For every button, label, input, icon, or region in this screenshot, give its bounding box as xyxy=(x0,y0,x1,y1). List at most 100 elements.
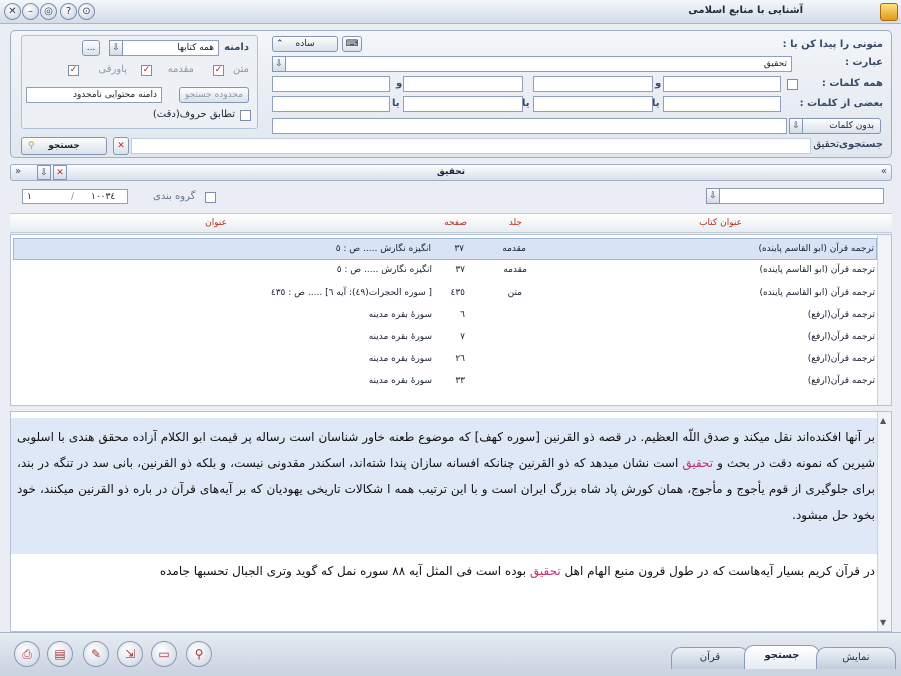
or-label: یا xyxy=(392,98,400,109)
dropdown-arrow-icon[interactable]: ⇩ xyxy=(789,118,803,134)
search-magnifier-icon: ⚲ xyxy=(28,141,35,151)
search-button[interactable]: ⚲ جستجو xyxy=(21,137,107,155)
search-highlight: تحقیق xyxy=(529,564,561,578)
and-label: و xyxy=(396,78,403,89)
scroll-down-icon[interactable]: ▼ xyxy=(880,618,886,627)
table-row[interactable]: ترجمه قرآن(ارفع) ٧ سورهٔ بقره مدینه xyxy=(13,327,877,349)
filter-text-checkbox[interactable]: ✓ xyxy=(213,65,224,76)
cell-title: سورهٔ بقره مدینه xyxy=(368,354,432,364)
all-words-checkbox[interactable] xyxy=(787,79,798,90)
bottom-toolbar: ⎙ ▤ ✎ ⇲ ▭ ⚲ قرآن جستجو نمایش xyxy=(0,632,901,676)
results-title: تحقیق xyxy=(436,167,466,177)
export-icon[interactable]: ⇲ xyxy=(117,641,143,667)
cell-page: ٤٣٥ xyxy=(450,288,465,298)
phrase-label: عبارت : xyxy=(845,57,883,68)
column-page[interactable]: صفحه xyxy=(444,218,467,228)
double-chevron-up-icon: ⌃ xyxy=(276,39,284,49)
all-words-label: همه کلمات : xyxy=(821,78,883,89)
table-row[interactable]: ترجمه قرآن (ابو القاسم پاینده) مقدمه ٣٧ … xyxy=(13,260,877,282)
preview-paragraph-2: در قرآن کریم بسیار آیه‌هاست که در طول قر… xyxy=(17,558,875,586)
dropdown-arrow-icon[interactable]: ⇩ xyxy=(706,188,720,204)
cell-title: سورهٔ بقره مدینه xyxy=(368,376,432,386)
dropdown-arrow-icon[interactable]: ⇩ xyxy=(272,56,286,72)
close-icon[interactable]: ✕ xyxy=(4,3,21,20)
filter-text-label: متن xyxy=(233,64,249,75)
collapse-right-icon[interactable]: « xyxy=(881,166,887,177)
exact-match-checkbox[interactable] xyxy=(240,110,251,121)
cell-title: انگیزه نگارش ..... ص : ٥ xyxy=(336,265,432,275)
some-words-field-1[interactable] xyxy=(663,96,781,112)
table-row[interactable]: ترجمه قرآن(ارفع) ٦ سورهٔ بقره مدینه xyxy=(13,305,877,327)
all-words-field-4[interactable] xyxy=(272,76,390,92)
cell-page: ٣٣ xyxy=(455,376,465,386)
cell-page: ٣٧ xyxy=(455,265,465,275)
cell-volume: متن xyxy=(507,288,522,298)
all-words-field-2[interactable] xyxy=(533,76,653,92)
and-label: و xyxy=(655,78,662,89)
tab-display[interactable]: نمایش xyxy=(816,647,896,669)
table-row[interactable]: ترجمه قرآن (ابو القاسم پاینده) مقدمه ٣٧ … xyxy=(13,238,877,260)
table-row[interactable]: ترجمه قرآن(ارفع) ٣٣ سورهٔ بقره مدینه xyxy=(13,371,877,393)
info-icon[interactable]: ⊙ xyxy=(78,3,95,20)
cell-book: ترجمه قرآن (ابو القاسم پاینده) xyxy=(758,244,874,254)
filter-intro-checkbox[interactable]: ✓ xyxy=(141,65,152,76)
cell-book: ترجمه قرآن(ارفع) xyxy=(807,376,875,386)
print-icon[interactable]: ⎙ xyxy=(14,641,40,667)
results-header: عنوان کتاب جلد صفحه عنوان xyxy=(10,213,892,233)
searched-label: جستجوی xyxy=(838,139,883,150)
page-number-input[interactable]: ١ xyxy=(27,190,32,203)
preview-text: بوده است فی المثل آیه ٨٨ سوره نمل که گوی… xyxy=(159,564,527,578)
cell-title: سورهٔ بقره مدینه xyxy=(368,332,432,342)
search-history xyxy=(131,138,811,154)
without-words-label: بدون کلمات xyxy=(829,121,874,131)
results-count: ١ / ١٠٠٣٤ xyxy=(22,189,128,204)
some-words-field-2[interactable] xyxy=(533,96,653,112)
settings-icon[interactable]: ◎ xyxy=(40,3,57,20)
column-book[interactable]: عنوان کتاب xyxy=(699,218,742,228)
title-bar: آشنایی با منابع اسلامی ✕ – ◎ ? ⊙ xyxy=(0,0,901,24)
search-range-button[interactable]: محدوده جستجو xyxy=(179,87,249,103)
preview-text: در قرآن کریم بسیار آیه‌هاست که در طول قر… xyxy=(564,564,875,578)
count-separator: / xyxy=(71,192,75,202)
results-scrollbar[interactable] xyxy=(877,235,891,405)
keyboard-button[interactable]: ⌨ xyxy=(342,36,362,52)
group-checkbox[interactable] xyxy=(205,192,216,203)
group-label: گروه بندی xyxy=(153,191,196,202)
search-button-label: جستجو xyxy=(48,141,80,151)
mode-select[interactable]: ⌃ ساده xyxy=(272,36,338,52)
document-icon[interactable]: ▭ xyxy=(151,641,177,667)
without-words-input[interactable] xyxy=(272,118,787,134)
tab-search[interactable]: جستجو xyxy=(744,645,820,669)
all-words-field-3[interactable] xyxy=(403,76,523,92)
cell-book: ترجمه قرآن(ارفع) xyxy=(807,310,875,320)
preview-paragraph-1: بر آنها افکنده‌اند نقل میکند و صدق اللّه… xyxy=(17,424,875,554)
table-row[interactable]: ترجمه قرآن(ارفع) ٢٦ سورهٔ بقره مدینه xyxy=(13,349,877,371)
dropdown-arrow-icon[interactable]: ⇩ xyxy=(109,40,123,56)
cell-volume: مقدمه xyxy=(502,244,526,254)
find-icon[interactable]: ⚲ xyxy=(186,641,212,667)
domain-more-button[interactable]: ... xyxy=(82,40,100,56)
cell-title: [ سوره الحجرات(٤٩): آیه ٦] ..... ص : ٤٣٥ xyxy=(270,288,432,298)
preview-scrollbar[interactable]: ▲ ▼ xyxy=(877,412,891,631)
book-icon[interactable]: ▤ xyxy=(47,641,73,667)
some-words-field-3[interactable] xyxy=(403,96,523,112)
mode-value: ساده xyxy=(295,39,315,49)
minimize-icon[interactable]: – xyxy=(22,3,39,20)
all-words-field-1[interactable] xyxy=(663,76,781,92)
filter-input[interactable] xyxy=(706,188,884,204)
exact-match-label: تطابق حروف(دقت) xyxy=(152,109,235,120)
column-volume[interactable]: جلد xyxy=(509,218,522,228)
column-title[interactable]: عنوان xyxy=(205,218,227,228)
note-icon[interactable]: ✎ xyxy=(83,641,109,667)
domain-box: دامنه همه کتابها ⇩ ... متن ✓ مقدمه ✓ پاو… xyxy=(21,35,258,129)
some-words-field-4[interactable] xyxy=(272,96,390,112)
domain-select[interactable]: همه کتابها xyxy=(109,40,219,56)
cell-page: ٧ xyxy=(460,332,465,342)
phrase-input[interactable]: تحقیق xyxy=(272,56,792,72)
scroll-up-icon[interactable]: ▲ xyxy=(880,416,886,425)
tab-quran[interactable]: قرآن xyxy=(671,647,749,669)
filter-footnote-checkbox[interactable]: ✓ xyxy=(68,65,79,76)
clear-icon[interactable]: ✕ xyxy=(113,137,129,155)
help-icon[interactable]: ? xyxy=(60,3,77,20)
table-row[interactable]: ترجمه قرآن (ابو القاسم پاینده) متن ٤٣٥ [… xyxy=(13,283,877,305)
